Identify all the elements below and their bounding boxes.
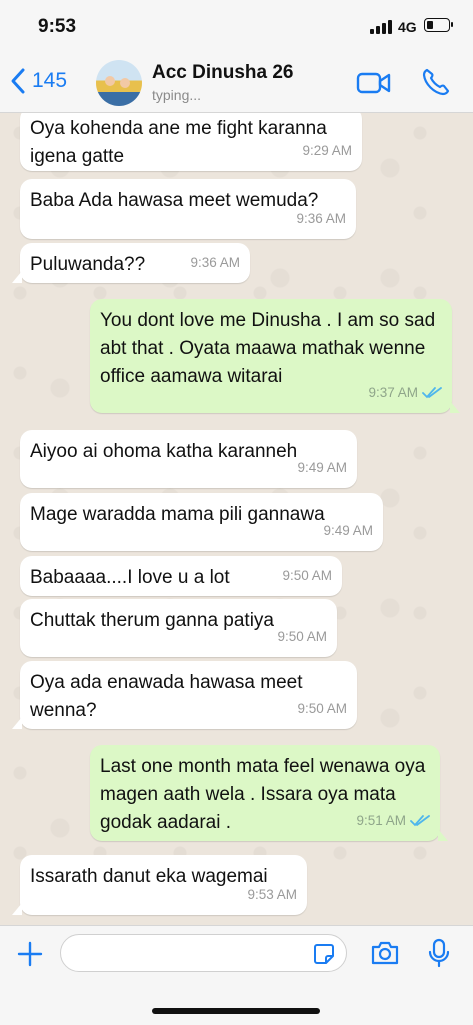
message-bubble-incoming[interactable]: Chuttak therum ganna patiya 9:50 AM [20, 599, 337, 657]
message-bubble-outgoing[interactable]: Last one month mata feel wenawa oya mage… [90, 745, 448, 841]
battery-icon [424, 18, 453, 32]
message-text: Oya ada enawada hawasa meet wenna? [30, 672, 303, 721]
status-time: 9:53 [38, 16, 77, 37]
message-text: Mage waradda mama pili gannawa [30, 504, 325, 525]
message-time: 9:50 AM [277, 629, 327, 644]
microphone-icon[interactable] [428, 938, 450, 968]
message-bubble-incoming[interactable]: Baba Ada hawasa meet wemuda? 9:36 AM [20, 179, 356, 239]
message-time: 9:49 AM [323, 523, 373, 538]
message-text: Baba Ada hawasa meet wemuda? [30, 190, 319, 211]
message-input[interactable] [60, 934, 347, 972]
read-ticks-icon [410, 815, 430, 827]
message-list[interactable]: Oya kohenda ane me fight karanna igena g… [0, 113, 473, 925]
contact-name[interactable]: Acc Dinusha 26 [152, 62, 294, 84]
message-bubble-incoming[interactable]: Issarath danut eka wagemai 9:53 AM [12, 855, 307, 915]
read-ticks-icon [422, 387, 442, 399]
message-bubble-incoming[interactable]: Oya ada enawada hawasa meet wenna? 9:50 … [12, 661, 357, 729]
unread-count: 145 [32, 69, 68, 92]
message-time: 9:53 AM [247, 887, 297, 902]
message-bubble-incoming[interactable]: Babaaaa....I love u a lot 9:50 AM [20, 556, 342, 596]
message-text: You dont love me Dinusha . I am so sad a… [100, 310, 436, 387]
back-chevron-icon [11, 68, 25, 94]
video-call-icon[interactable] [356, 70, 392, 96]
message-time: 9:49 AM [297, 460, 347, 475]
message-bubble-incoming[interactable]: Puluwanda?? 9:36 AM [12, 243, 250, 283]
message-time: 9:37 AM [368, 385, 418, 400]
message-text: Oya kohenda ane me fight karanna igena g… [30, 118, 327, 167]
message-time: 9:50 AM [297, 701, 347, 716]
message-text: Puluwanda?? [30, 254, 146, 275]
chat-header: 145 Acc Dinusha 26 typing... [0, 52, 473, 113]
phone-icon[interactable] [420, 66, 452, 98]
plus-icon[interactable] [17, 941, 43, 967]
back-button[interactable]: 145 [10, 66, 67, 96]
message-text: Babaaaa....I love u a lot [30, 567, 230, 588]
home-indicator [152, 1008, 320, 1014]
message-bubble-outgoing[interactable]: You dont love me Dinusha . I am so sad a… [90, 299, 460, 413]
message-time: 9:50 AM [282, 568, 332, 583]
input-bar [0, 925, 473, 1025]
message-bubble-incoming[interactable]: Oya kohenda ane me fight karanna igena g… [20, 113, 362, 171]
message-text: Aiyoo ai ohoma katha karanneh [30, 441, 298, 462]
message-bubble-incoming[interactable]: Mage waradda mama pili gannawa 9:49 AM [20, 493, 383, 551]
message-time: 9:51 AM [356, 813, 406, 828]
message-time: 9:36 AM [296, 211, 346, 226]
message-text: Chuttak therum ganna patiya [30, 610, 274, 631]
network-type: 4G [398, 19, 417, 35]
message-time: 9:29 AM [302, 143, 352, 158]
message-time: 9:36 AM [190, 255, 240, 270]
message-text: Issarath danut eka wagemai [30, 866, 268, 887]
status-bar: 9:53 4G [0, 0, 473, 52]
camera-icon[interactable] [370, 940, 400, 966]
signal-icon [370, 20, 394, 34]
sticker-icon[interactable] [312, 942, 336, 966]
avatar[interactable] [96, 60, 142, 106]
message-bubble-incoming[interactable]: Aiyoo ai ohoma katha karanneh 9:49 AM [20, 430, 357, 488]
contact-status: typing... [152, 87, 202, 103]
